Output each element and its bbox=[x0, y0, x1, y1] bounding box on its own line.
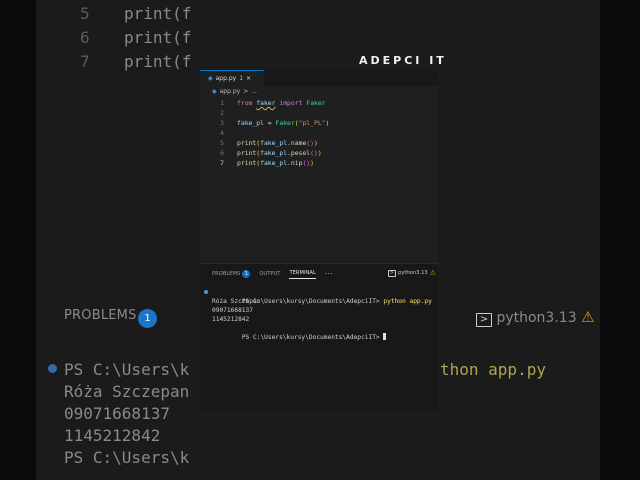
code-text: fake_pl = Faker("pl_PL") bbox=[237, 118, 329, 128]
code-line[interactable]: 2 bbox=[200, 108, 438, 118]
code-token: name bbox=[290, 139, 307, 147]
more-actions-icon[interactable]: ··· bbox=[325, 270, 333, 278]
tab-terminal[interactable]: TERMINAL bbox=[289, 268, 316, 279]
python-env-label: python3.13 bbox=[398, 270, 428, 276]
tab-filename: app.py bbox=[215, 75, 237, 82]
code-token: () bbox=[302, 159, 311, 167]
terminal-prompt: PS C:\Users\kursy\Documents\AdepciIT> bbox=[241, 334, 380, 341]
code-line[interactable]: 4 bbox=[200, 128, 438, 138]
close-icon[interactable]: × bbox=[246, 75, 251, 82]
code-token: fake_pl bbox=[260, 139, 288, 147]
terminal-command: python app.py bbox=[383, 298, 432, 305]
code-token: () bbox=[310, 149, 318, 157]
bg-code-line: print(f bbox=[124, 52, 192, 71]
code-token: Faker bbox=[275, 119, 295, 127]
python-file-icon: ◆ bbox=[212, 88, 217, 95]
code-token: pesel bbox=[290, 149, 311, 157]
code-line[interactable]: 7 print(fake_pl.nip()) bbox=[200, 158, 438, 168]
code-token: fake_pl bbox=[237, 119, 264, 127]
code-line[interactable]: 6 print(fake_pl.pesel()) bbox=[200, 148, 438, 158]
terminal-line: 09071668137 bbox=[212, 307, 253, 314]
python-file-icon: ◆ bbox=[208, 75, 213, 82]
line-number: 4 bbox=[220, 129, 224, 137]
bg-code-line: print(f bbox=[124, 28, 192, 47]
terminal-line: PS C:\Users\kursy\Documents\AdepciIT> py… bbox=[212, 288, 432, 305]
bg-terminal-line: 1145212842 bbox=[64, 426, 161, 445]
code-line[interactable]: 3 fake_pl = Faker("pl_PL") bbox=[200, 118, 438, 128]
code-token: ) bbox=[314, 139, 318, 147]
vscode-window: ◆ app.py 1 × ◆ app.py > ... 1 from faker … bbox=[200, 70, 438, 411]
brand-watermark: ADEPCI IT bbox=[359, 54, 447, 67]
bg-python-version: > python3.13 ⚠ bbox=[476, 308, 595, 327]
code-line[interactable]: 5 print(fake_pl.name()) bbox=[200, 138, 438, 148]
bg-line-number: 5 bbox=[80, 4, 90, 23]
tab-problem-count: 1 bbox=[239, 75, 244, 82]
warning-icon: ⚠ bbox=[581, 308, 595, 326]
editor-tab-bar: ◆ app.py 1 × bbox=[200, 70, 438, 86]
terminal-line: Róża Szczepan bbox=[212, 298, 261, 305]
bg-terminal-line: 09071668137 bbox=[64, 404, 170, 423]
python-terminal-indicator[interactable]: > python3.13 ⚠ bbox=[388, 269, 436, 277]
code-token: () bbox=[306, 139, 314, 147]
terminal-line: 1145212842 bbox=[212, 316, 250, 323]
bottom-panel: PROBLEMS 1 OUTPUT TERMINAL ··· > python3… bbox=[200, 263, 438, 411]
code-token: from bbox=[237, 99, 257, 107]
warning-icon: ⚠ bbox=[429, 269, 436, 277]
code-token: nip bbox=[290, 159, 303, 167]
terminal-prompt: PS C:\Users\kursy\Documents\AdepciIT> bbox=[241, 298, 380, 305]
bg-terminal-line: Róża Szczepan bbox=[64, 382, 190, 401]
code-token: print bbox=[237, 139, 257, 147]
line-number: 7 bbox=[220, 159, 224, 167]
code-token: ) bbox=[325, 119, 330, 127]
breadcrumb-file[interactable]: app.py bbox=[220, 88, 241, 95]
bg-line-number: 7 bbox=[80, 52, 90, 71]
problems-badge: 1 bbox=[242, 269, 251, 278]
tab-app-py[interactable]: ◆ app.py 1 × bbox=[200, 70, 264, 86]
code-token: ) bbox=[317, 149, 322, 157]
chevron-right-icon: > bbox=[243, 88, 249, 95]
line-number: 1 bbox=[220, 99, 224, 107]
tab-output[interactable]: OUTPUT bbox=[259, 268, 280, 279]
code-token: print bbox=[237, 159, 257, 167]
line-number: 6 bbox=[220, 149, 224, 157]
bg-terminal-line: PS C:\Users\k bbox=[64, 360, 190, 379]
terminal-icon: > bbox=[476, 313, 492, 327]
bg-code-line: print(f bbox=[124, 4, 192, 23]
code-token: fake_pl bbox=[260, 149, 288, 157]
code-text: print(fake_pl.name()) bbox=[237, 138, 318, 148]
bg-line-number: 6 bbox=[80, 28, 90, 47]
code-text: print(fake_pl.nip()) bbox=[237, 158, 314, 168]
tab-problems[interactable]: PROBLEMS 1 bbox=[212, 268, 251, 279]
code-token: = bbox=[263, 119, 276, 127]
panel-tabs: PROBLEMS 1 OUTPUT TERMINAL ··· bbox=[212, 268, 333, 279]
code-token: print bbox=[237, 149, 257, 157]
terminal-line: PS C:\Users\kursy\Documents\AdepciIT> bbox=[212, 324, 387, 341]
command-status-dot bbox=[204, 290, 208, 294]
code-token: Faker bbox=[306, 99, 326, 107]
bg-problems-label: PROBLEMS bbox=[64, 308, 137, 323]
bg-terminal-line: PS C:\Users\k bbox=[64, 448, 190, 467]
bg-terminal-dot bbox=[48, 364, 57, 373]
line-number: 2 bbox=[220, 109, 224, 117]
code-token: fake_pl bbox=[260, 159, 288, 167]
code-token: ) bbox=[310, 159, 315, 167]
terminal-cursor bbox=[383, 333, 387, 340]
code-token: import bbox=[275, 99, 307, 107]
terminal-icon: > bbox=[388, 269, 397, 277]
bg-problems-badge: 1 bbox=[138, 309, 157, 328]
code-line[interactable]: 1 from faker import Faker bbox=[200, 98, 438, 108]
line-number: 3 bbox=[220, 119, 224, 127]
line-number: 5 bbox=[220, 139, 224, 147]
code-text: from faker import Faker bbox=[237, 98, 326, 108]
bg-terminal-command: thon app.py bbox=[440, 360, 546, 379]
code-token: "pl_PL" bbox=[298, 119, 326, 127]
breadcrumb-symbol[interactable]: ... bbox=[251, 88, 257, 95]
code-text: print(fake_pl.pesel()) bbox=[237, 148, 322, 158]
breadcrumb: ◆ app.py > ... bbox=[212, 88, 257, 95]
code-token: faker bbox=[256, 99, 276, 107]
